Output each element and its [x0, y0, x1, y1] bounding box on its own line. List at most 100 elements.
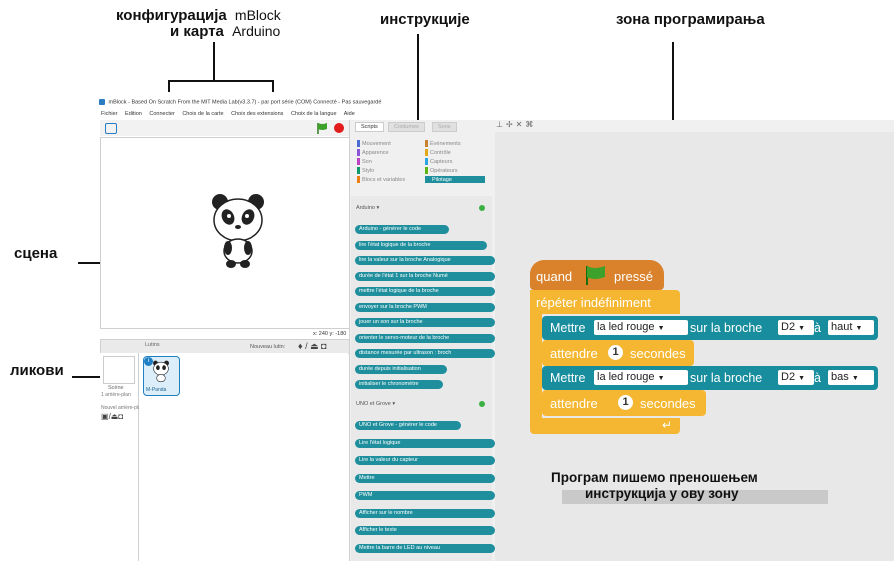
pointer-line — [168, 80, 274, 82]
category-label: Événements — [430, 140, 461, 147]
palette-block[interactable]: durée depuis initialisation — [355, 364, 447, 374]
palette-block[interactable]: lire la valeur sur la broche Analogique — [355, 256, 495, 265]
camera-backdrop-icon[interactable]: ◘ — [118, 412, 123, 421]
blocks-scroll-area — [351, 196, 492, 561]
annotation-config: конфигурација mBlock — [116, 7, 281, 24]
category-right-2[interactable]: Capteurs — [425, 158, 452, 165]
pin-dropdown-value: D2 — [781, 371, 796, 383]
category-color-icon — [357, 140, 360, 147]
shrink-icon[interactable]: ⌘ — [525, 120, 536, 129]
menu-fichier[interactable]: Fichier — [101, 111, 118, 117]
fullscreen-icon[interactable] — [105, 123, 117, 134]
paint-sprite-icon[interactable]: ♦ — [298, 341, 303, 351]
scene-sub: 1 arrière-plan — [101, 392, 131, 398]
menu-aide[interactable]: Aide — [344, 111, 355, 117]
paint-backdrop-icon[interactable]: ▣ — [101, 412, 109, 421]
upload-sprite-icon[interactable]: ⏏ — [310, 341, 319, 351]
chevron-down-icon: ▼ — [798, 325, 806, 332]
menu-choix-carte[interactable]: Choix de la carte — [182, 111, 223, 117]
wait-value[interactable]: 1 — [608, 345, 623, 360]
category-left-1[interactable]: Apparence — [357, 149, 389, 156]
tab-sons[interactable]: Sons — [432, 122, 457, 132]
category-right-3[interactable]: Opérateurs — [425, 167, 458, 174]
state-dropdown-value: haut — [831, 321, 853, 333]
palette-block[interactable]: Afficher sur le nombre — [355, 508, 495, 518]
wait-value[interactable]: 1 — [618, 395, 633, 410]
stamp-icon[interactable]: ⊥ — [496, 120, 506, 129]
palette-block[interactable]: Afficher le texte — [355, 526, 495, 535]
palette-block[interactable]: UNO et Grove - générer le code — [355, 421, 461, 430]
green-flag-icon[interactable] — [316, 122, 328, 134]
pin-dropdown[interactable]: D2 ▼ — [778, 320, 814, 335]
pin-dropdown-value: D2 — [781, 321, 796, 333]
pin-dropdown[interactable]: D2 ▼ — [778, 370, 814, 385]
annotation-bottom-line1: Програм пишемо преношењем — [551, 470, 758, 485]
menu-connecter[interactable]: Connecter — [149, 111, 174, 117]
category-left-0[interactable]: Mouvement — [357, 140, 391, 147]
category-label: Blocs et variables — [362, 176, 406, 183]
palette-block[interactable]: mettre l'état logique de la broche — [355, 287, 495, 296]
connection-status-icon — [479, 205, 485, 211]
set-led-block-2[interactable]: Mettre la led rouge ▼ sur la broche D2 ▼… — [542, 366, 878, 390]
menu-edition[interactable]: Edition — [125, 111, 142, 117]
wait-block-2[interactable]: attendre 1 secondes — [542, 390, 706, 416]
grove-header[interactable]: UNO et Grove ▾ — [356, 401, 395, 407]
when-flag-clicked-block[interactable]: quand pressé — [530, 260, 664, 290]
category-color-icon — [357, 176, 360, 183]
annotation-config-line2: и карта — [170, 23, 224, 40]
wait-unit: secondes — [640, 396, 696, 411]
menu-choix-langue[interactable]: Choix de la langue — [291, 111, 337, 117]
category-label: Pilotage — [432, 176, 452, 183]
palette-block[interactable]: envoyer sur la broche PWM — [355, 302, 495, 312]
new-backdrop-tools: ▣/⏏◘ — [101, 412, 123, 421]
arduino-header[interactable]: Arduino ▾ — [356, 205, 379, 211]
annotation-programming-zone: зона програмирања — [616, 11, 765, 28]
category-right-0[interactable]: Événements — [425, 140, 461, 147]
state-dropdown[interactable]: bas ▼ — [828, 370, 874, 385]
palette-block[interactable]: initialiser le chronomètre — [355, 380, 443, 389]
led-dropdown[interactable]: la led rouge ▼ — [594, 320, 688, 335]
category-left-3[interactable]: Stylo — [357, 167, 374, 174]
panda-sprite[interactable] — [206, 192, 270, 270]
palette-block[interactable]: Lire la valeur du capteur — [355, 456, 495, 465]
category-label: Capteurs — [430, 158, 453, 165]
window-title: mBlock - Based On Scratch From the MIT M… — [99, 99, 381, 105]
cut-icon[interactable]: ✢ — [506, 120, 516, 129]
camera-sprite-icon[interactable]: ◘ — [321, 341, 326, 351]
palette-block[interactable]: durée de l'état 1 sur la broche Numé — [355, 271, 495, 281]
category-label: Opérateurs — [430, 167, 458, 174]
forever-block[interactable]: répéter indéfiniment — [530, 290, 680, 314]
palette-block[interactable]: Mettre — [355, 473, 495, 483]
stage-toolbar — [100, 120, 350, 136]
tab-scripts[interactable]: Scripts — [355, 122, 384, 132]
hat-text-pressed: pressé — [614, 269, 654, 284]
menu-choix-extensions[interactable]: Choix des extensions — [231, 111, 283, 117]
palette-block[interactable]: Mettre la barre de LED au niveau — [355, 543, 495, 553]
palette-block[interactable]: lire l'état logique de la broche — [355, 240, 487, 250]
script-toolbar — [495, 120, 894, 132]
category-left-4[interactable]: Blocs et variables — [357, 176, 405, 183]
forever-label: répéter indéfiniment — [536, 295, 651, 310]
palette-block[interactable]: distance mesurée par ultrason : broch — [355, 349, 495, 358]
state-dropdown[interactable]: haut ▼ — [828, 320, 874, 335]
annotation-stage: сцена — [14, 245, 58, 262]
palette-block[interactable]: Lire l'état logique — [355, 438, 495, 448]
set-label: Mettre — [550, 371, 586, 385]
scene-thumbnail[interactable] — [103, 356, 135, 384]
palette-block[interactable]: Arduino - générer le code — [355, 225, 449, 234]
led-dropdown[interactable]: la led rouge ▼ — [594, 370, 688, 385]
category-right-4[interactable]: Pilotage — [425, 176, 485, 183]
stop-icon[interactable] — [334, 123, 344, 133]
grow-icon[interactable]: ✕ — [516, 120, 526, 129]
palette-block[interactable]: jouer un son sur la broche — [355, 318, 495, 327]
set-led-block-1[interactable]: Mettre la led rouge ▼ sur la broche D2 ▼… — [542, 316, 878, 340]
pointer-line — [272, 80, 274, 92]
palette-block[interactable]: orienter le servo-moteur de la broche — [355, 333, 495, 343]
tab-costumes[interactable]: Costumes — [388, 122, 425, 132]
category-left-2[interactable]: Son — [357, 158, 372, 165]
edit-sprite-icon[interactable]: / — [305, 341, 308, 351]
pin-label: sur la broche — [690, 321, 763, 335]
wait-block-1[interactable]: attendre 1 secondes — [542, 340, 694, 366]
category-right-1[interactable]: Contrôle — [425, 149, 451, 156]
palette-block[interactable]: PWM — [355, 491, 495, 500]
